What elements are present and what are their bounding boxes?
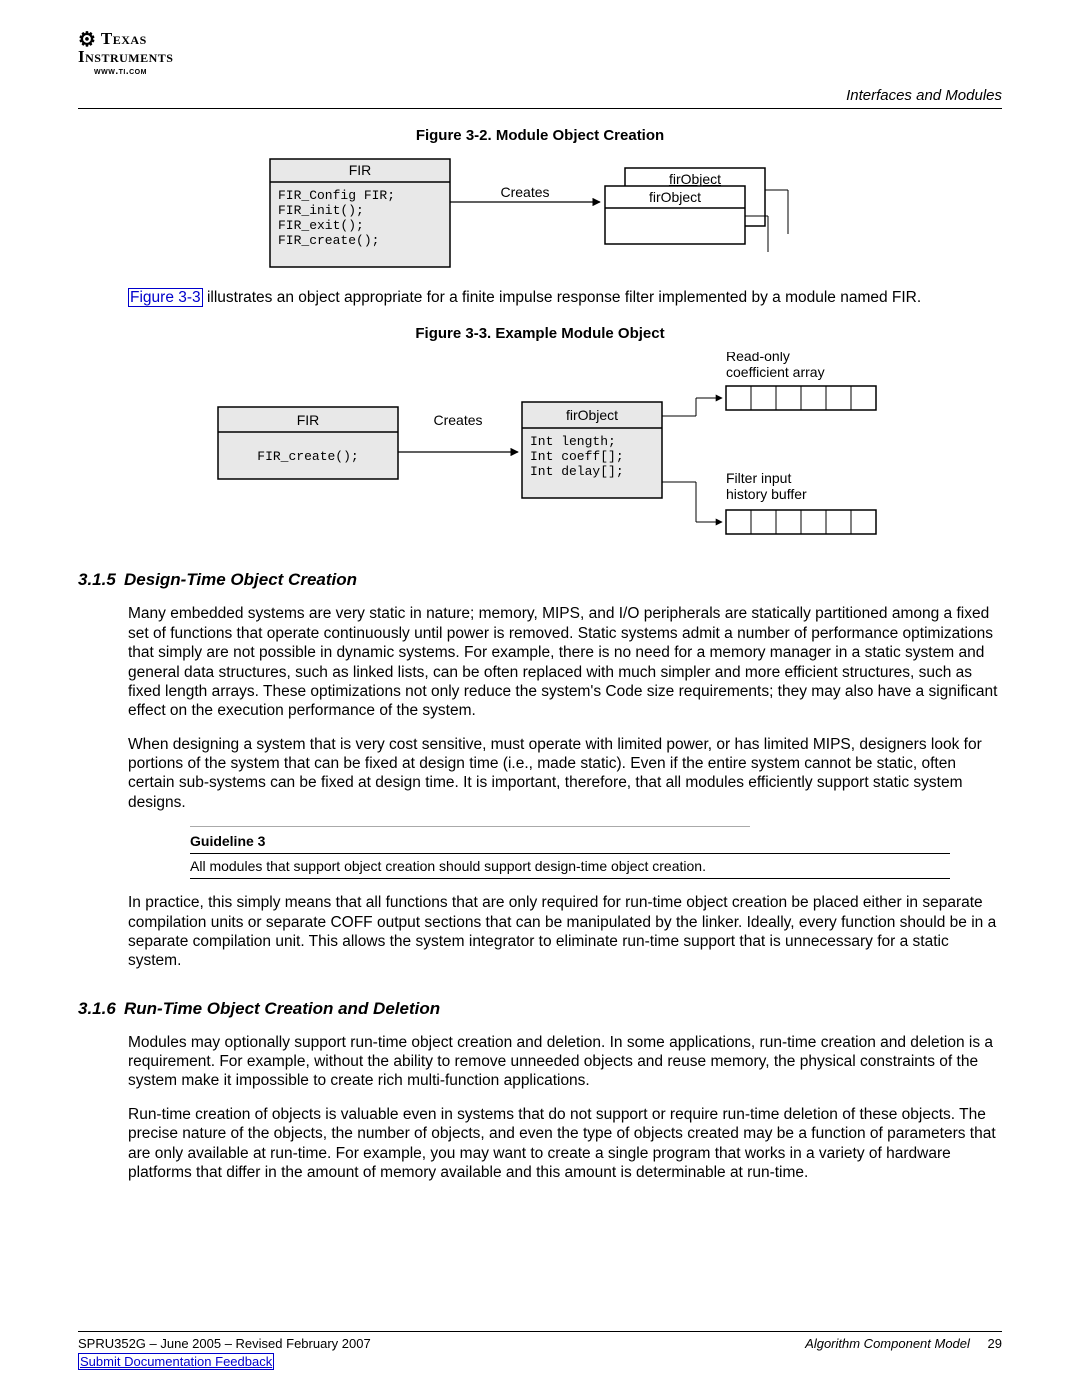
fig33-delay-array — [726, 510, 876, 534]
section-3-1-6-p1: Modules may optionally support run-time … — [128, 1033, 1002, 1091]
fig32-box-body: FIR_Config FIR; FIR_init(); FIR_exit(); … — [278, 188, 443, 248]
logo-url: www.ti.com — [94, 67, 1002, 77]
guideline-3-box: Guideline 3 All modules that support obj… — [190, 826, 950, 879]
footer-doc-title: Algorithm Component Model — [805, 1336, 970, 1351]
fig33-arrow-label: Creates — [433, 412, 482, 428]
ti-logo-icon: ⚙ — [78, 30, 96, 50]
footer-right: Algorithm Component Model 29 — [805, 1336, 1002, 1351]
figure-3-3-caption: Figure 3-3. Example Module Object — [78, 325, 1002, 342]
header-section-title: Interfaces and Modules — [846, 87, 1002, 104]
fig33-obj-body: Int length; Int coeff[]; Int delay[]; — [530, 434, 655, 479]
figure-3-2-caption: Figure 3-2. Module Object Creation — [78, 127, 1002, 144]
section-3-1-5-number: 3.1.5 — [78, 570, 124, 590]
section-3-1-5-heading: 3.1.5Design-Time Object Creation — [78, 570, 1002, 590]
section-3-1-5-p1: Many embedded systems are very static in… — [128, 604, 1002, 720]
guideline-text: All modules that support object creation… — [190, 856, 950, 876]
logo-line-1: Texas — [101, 29, 147, 48]
fig33-left-title: FIR — [297, 412, 320, 428]
section-3-1-5-title: Design-Time Object Creation — [124, 570, 357, 589]
fig33-obj-title: firObject — [566, 407, 618, 423]
figure-3-2-diagram: FIR FIR_Config FIR; FIR_init(); FIR_exit… — [230, 154, 850, 274]
fig32-firobject-back: firObject — [669, 171, 721, 187]
fig32-arrow-label: Creates — [500, 184, 549, 200]
page-header: ⚙ Texas Instruments www.ti.com Interface… — [78, 28, 1002, 108]
guideline-label: Guideline 3 — [190, 833, 950, 849]
figure-3-3-diagram: FIR FIR_create(); Creates firObject Int … — [170, 352, 910, 542]
footer-rule — [78, 1331, 1002, 1332]
figure-3-3-link[interactable]: Figure 3-3 — [128, 288, 203, 307]
page-footer: SPRU352G – June 2005 – Revised February … — [78, 1331, 1002, 1371]
intro-figure-3-3-rest: illustrates an object appropriate for a … — [203, 289, 922, 306]
fig33-left-body: FIR_create(); — [257, 449, 358, 464]
section-3-1-6-p2: Run-time creation of objects is valuable… — [128, 1105, 1002, 1183]
fig32-box-title: FIR — [349, 162, 372, 178]
fig32-firobject-front: firObject — [649, 189, 701, 205]
guideline-divider-2 — [190, 878, 950, 879]
footer-page-number: 29 — [988, 1336, 1002, 1351]
fig33-note-bottom: Filter input history buffer — [726, 470, 896, 502]
ti-logo: ⚙ Texas Instruments www.ti.com — [78, 28, 1002, 77]
section-3-1-5-p3: In practice, this simply means that all … — [128, 893, 1002, 971]
section-3-1-5-p2: When designing a system that is very cos… — [128, 735, 1002, 813]
section-3-1-6-title: Run-Time Object Creation and Deletion — [124, 999, 440, 1018]
guideline-divider-1 — [190, 853, 950, 854]
section-3-1-6-heading: 3.1.6Run-Time Object Creation and Deleti… — [78, 999, 1002, 1019]
fig33-coeff-array — [726, 386, 876, 410]
header-rule — [78, 108, 1002, 109]
guideline-top-rule — [190, 826, 750, 827]
submit-feedback-link[interactable]: Submit Documentation Feedback — [78, 1353, 274, 1370]
footer-left: SPRU352G – June 2005 – Revised February … — [78, 1336, 371, 1351]
section-3-1-6-number: 3.1.6 — [78, 999, 124, 1019]
fig33-note-top: Read-only coefficient array — [726, 352, 896, 380]
intro-figure-3-3-paragraph: Figure 3-3 illustrates an object appropr… — [128, 288, 1002, 307]
